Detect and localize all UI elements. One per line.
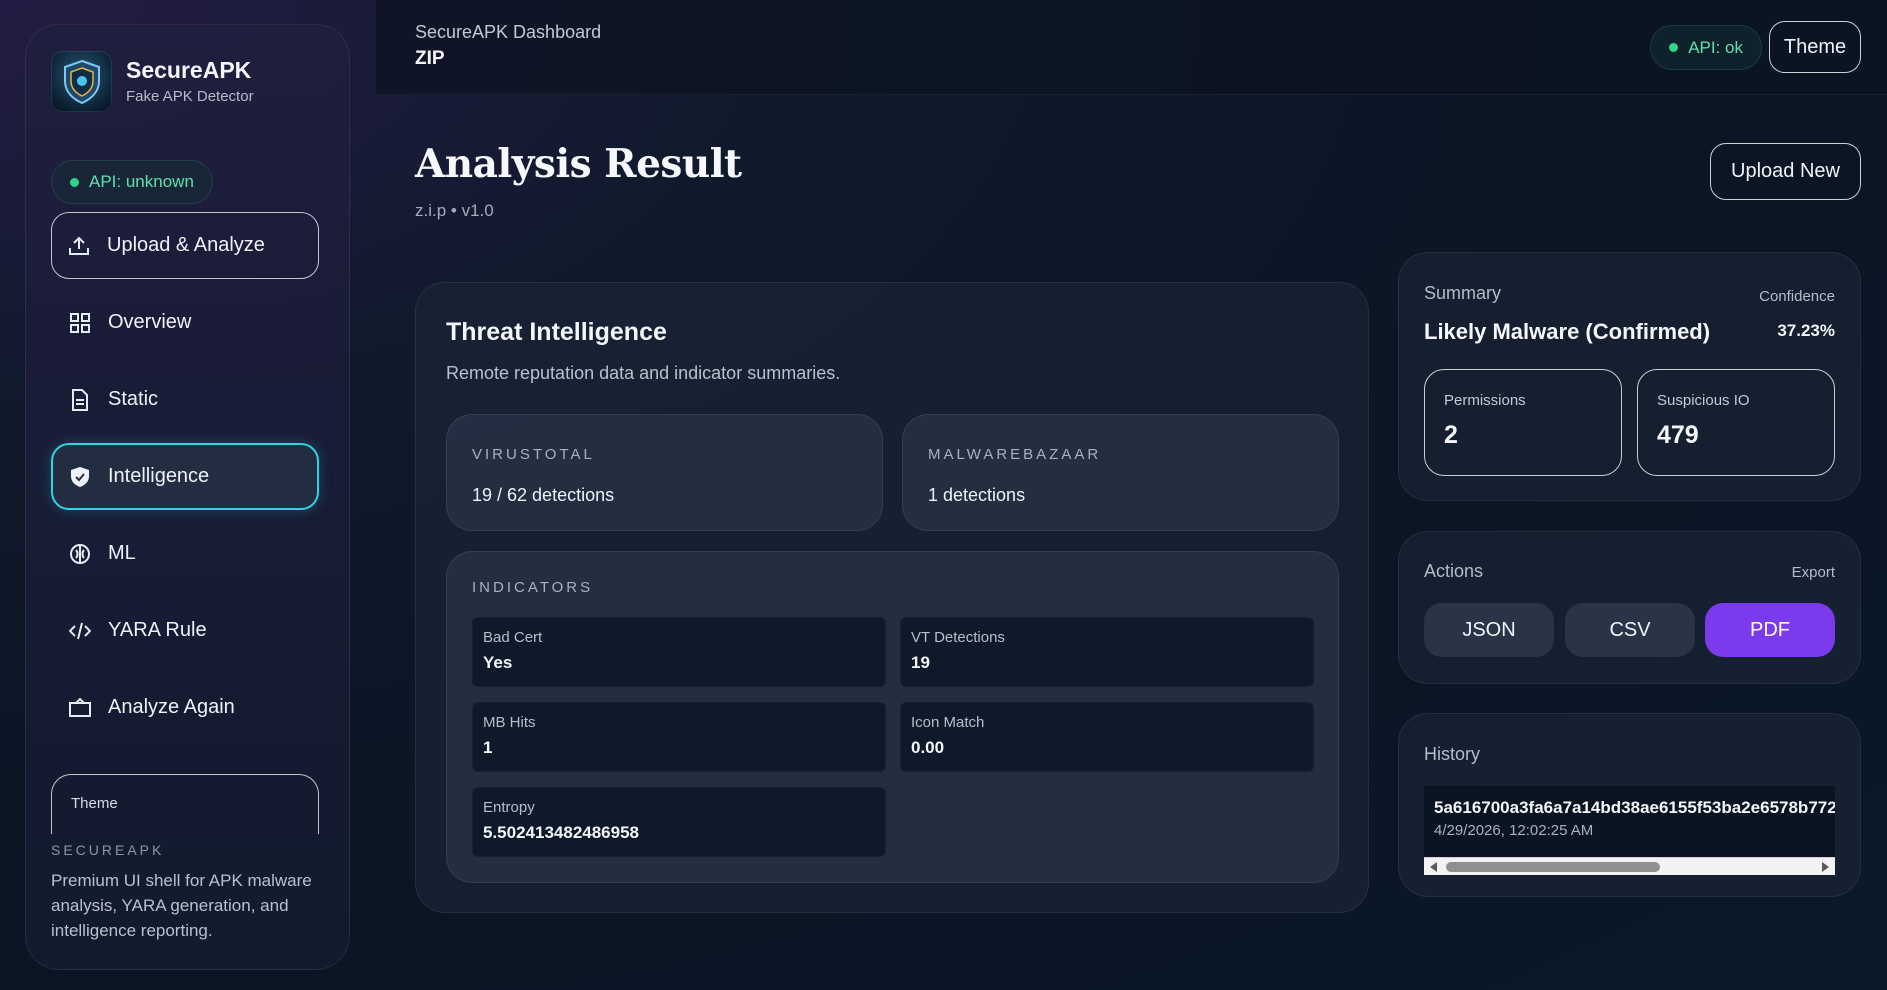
sidebar-item-label: Overview <box>108 311 192 333</box>
sidebar-item-yara-rule[interactable]: YARA Rule <box>51 597 319 664</box>
export-label: Export <box>1791 564 1835 581</box>
indicators-card: INDICATORS Bad Cert Yes VT Detections 19… <box>446 551 1339 883</box>
sidebar-item-intelligence[interactable]: Intelligence <box>51 443 319 510</box>
theme-label: Theme <box>71 795 118 812</box>
indicator-label: Bad Cert <box>483 629 543 646</box>
malwarebazaar-value: 1 detections <box>928 485 1026 505</box>
scroll-right-icon[interactable] <box>1822 862 1829 872</box>
sidebar-item-static[interactable]: Static <box>51 366 319 433</box>
footer-eyebrow: SECUREAPK <box>51 842 165 858</box>
sidebar-item-ml[interactable]: ML <box>51 520 319 587</box>
summary-card: Summary Confidence Likely Malware (Confi… <box>1398 252 1861 501</box>
indicator-label: MB Hits <box>483 714 536 731</box>
sidebar-item-label: YARA Rule <box>108 619 207 641</box>
malwarebazaar-label: MALWAREBAZAAR <box>928 446 1102 463</box>
topbar: SecureAPK Dashboard ZIP API: ok Theme <box>376 0 1887 95</box>
indicator-mb-hits: MB Hits 1 <box>472 702 886 772</box>
suspicious-io-label: Suspicious IO <box>1657 392 1750 409</box>
history-label: History <box>1424 744 1481 764</box>
threat-intelligence-card: Threat Intelligence Remote reputation da… <box>415 282 1369 913</box>
card-description: Remote reputation data and indicator sum… <box>446 363 841 383</box>
scroll-left-icon[interactable] <box>1430 862 1437 872</box>
sidebar-item-analyze-again[interactable]: Analyze Again <box>51 674 319 741</box>
virustotal-label: VIRUSTOTAL <box>472 446 595 463</box>
horizontal-scrollbar[interactable] <box>1424 857 1835 875</box>
sidebar: SecureAPK Fake APK Detector API: unknown… <box>25 24 350 970</box>
suspicious-io-stat: Suspicious IO 479 <box>1637 369 1835 476</box>
shield-icon <box>69 466 91 488</box>
history-hash: 5a616700a3fa6a7a14bd38ae6155f53ba2e6578b… <box>1434 798 1835 817</box>
indicator-icon-match: Icon Match 0.00 <box>900 702 1314 772</box>
export-pdf-button[interactable]: PDF <box>1705 603 1835 657</box>
scrollbar-thumb[interactable] <box>1446 862 1660 872</box>
verdict-text: Likely Malware (Confirmed) <box>1424 319 1711 344</box>
indicator-label: Icon Match <box>911 714 985 731</box>
sidebar-item-label: Intelligence <box>108 465 210 487</box>
history-card: History 5a616700a3fa6a7a14bd38ae6155f53b… <box>1398 713 1861 897</box>
indicators-label: INDICATORS <box>472 579 594 596</box>
sidebar-item-label: ML <box>108 542 136 564</box>
page-title: Analysis Result <box>415 141 742 187</box>
brand-subtitle: Fake APK Detector <box>126 87 254 105</box>
history-list[interactable]: 5a616700a3fa6a7a14bd38ae6155f53ba2e6578b… <box>1424 786 1835 875</box>
suspicious-io-value: 479 <box>1657 421 1699 449</box>
export-json-button[interactable]: JSON <box>1424 603 1554 657</box>
indicator-value: 5.502413482486958 <box>483 823 639 842</box>
sidebar-item-label: Upload & Analyze <box>107 234 265 256</box>
api-status-text: API: ok <box>1688 37 1743 57</box>
upload-new-button[interactable]: Upload New <box>1710 143 1861 200</box>
code-icon <box>69 620 91 642</box>
indicator-label: Entropy <box>483 799 535 816</box>
sidebar-item-label: Analyze Again <box>108 696 235 718</box>
summary-label: Summary <box>1424 283 1502 303</box>
upload-icon <box>68 235 90 257</box>
sidebar-nav: Upload & Analyze Overview Static Intelli… <box>51 212 319 751</box>
theme-button[interactable]: Theme <box>1769 21 1861 73</box>
confidence-label: Confidence <box>1759 288 1835 305</box>
theme-select[interactable]: Theme <box>51 774 319 834</box>
history-item[interactable]: 5a616700a3fa6a7a14bd38ae6155f53ba2e6578b… <box>1424 786 1835 839</box>
status-dot-icon <box>70 177 79 187</box>
footer-text: Premium UI shell for APK malware analysi… <box>51 871 312 940</box>
api-status-text: API: unknown <box>89 172 194 191</box>
brand: SecureAPK Fake APK Detector <box>51 51 254 112</box>
permissions-value: 2 <box>1444 421 1458 449</box>
api-status-badge: API: unknown <box>51 160 213 204</box>
confidence-value: 37.23% <box>1777 321 1835 340</box>
brand-name: SecureAPK <box>126 57 252 84</box>
indicator-vt-detections: VT Detections 19 <box>900 617 1314 687</box>
indicator-value: 19 <box>911 653 930 672</box>
permissions-label: Permissions <box>1444 392 1526 409</box>
sidebar-item-label: Static <box>108 388 159 410</box>
export-csv-button[interactable]: CSV <box>1565 603 1695 657</box>
virustotal-value: 19 / 62 detections <box>472 485 615 505</box>
virustotal-card: VIRUSTOTAL 19 / 62 detections <box>446 414 883 531</box>
breadcrumb: SecureAPK Dashboard <box>415 22 602 42</box>
page-subtitle: z.i.p • v1.0 <box>415 201 494 220</box>
malwarebazaar-card: MALWAREBAZAAR 1 detections <box>902 414 1339 531</box>
indicator-value: 0.00 <box>911 738 945 757</box>
document-icon <box>69 388 91 411</box>
grid-icon <box>69 312 91 334</box>
actions-label: Actions <box>1424 561 1484 581</box>
indicator-bad-cert: Bad Cert Yes <box>472 617 886 687</box>
indicator-value: Yes <box>483 653 513 672</box>
sidebar-item-overview[interactable]: Overview <box>51 289 319 356</box>
actions-card: Actions Export JSON CSV PDF <box>1398 531 1861 684</box>
indicator-value: 1 <box>483 738 493 757</box>
file-type-title: ZIP <box>415 48 445 69</box>
api-status-badge: API: ok <box>1650 25 1762 70</box>
status-dot-icon <box>1669 43 1679 52</box>
indicator-label: VT Detections <box>911 629 1005 646</box>
permissions-stat: Permissions 2 <box>1424 369 1622 476</box>
sidebar-item-upload-analyze[interactable]: Upload & Analyze <box>51 212 319 279</box>
shield-logo-icon <box>51 51 112 112</box>
app-root: SecureAPK Fake APK Detector API: unknown… <box>0 0 1887 990</box>
card-title: Threat Intelligence <box>446 318 667 346</box>
sidebar-footer: SECUREAPK Premium UI shell for APK malwa… <box>51 842 331 943</box>
history-time: 4/29/2026, 12:02:25 AM <box>1434 822 1594 839</box>
brain-icon <box>69 543 91 565</box>
indicator-entropy: Entropy 5.502413482486958 <box>472 787 886 857</box>
refresh-icon <box>69 697 91 719</box>
